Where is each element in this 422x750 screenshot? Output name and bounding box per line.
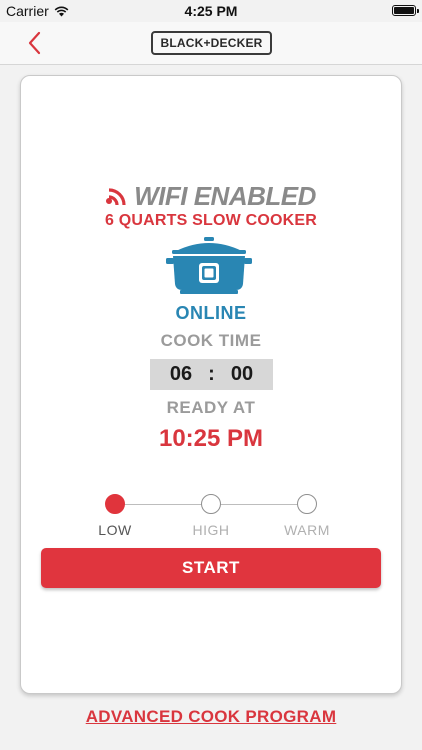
wifi-logo-icon — [106, 187, 126, 205]
mode-warm-radio[interactable] — [297, 494, 317, 514]
cook-time-label: COOK TIME — [160, 331, 262, 350]
cook-time-minutes[interactable]: 00 — [231, 363, 253, 386]
brand-logo: BLACK+DECKER — [151, 31, 272, 55]
mode-warm-label[interactable]: WARM — [272, 522, 342, 538]
wifi-title: WIFI ENABLED — [134, 181, 316, 211]
mode-high-radio[interactable] — [201, 494, 221, 514]
product-name: 6 QUARTS SLOW COOKER — [104, 212, 317, 229]
device-card: WIFI ENABLED 6 QUARTS SLOW COOKER ONLINE… — [20, 75, 402, 694]
cook-time-picker[interactable]: 06 : 00 — [150, 359, 273, 390]
back-button[interactable] — [26, 30, 46, 56]
mode-high-label[interactable]: HIGH — [176, 522, 246, 538]
battery-icon — [392, 5, 419, 16]
status-time: 4:25 PM — [184, 3, 238, 19]
advanced-cook-program-link[interactable]: ADVANCED COOK PROGRAM — [0, 707, 422, 727]
wifi-title-row: WIFI ENABLED — [21, 181, 401, 212]
slow-cooker-icon — [166, 237, 252, 294]
cook-time-hours[interactable]: 06 — [170, 363, 192, 386]
product-header: WIFI ENABLED 6 QUARTS SLOW COOKER — [21, 181, 401, 230]
mode-low-label[interactable]: LOW — [80, 522, 150, 538]
start-button[interactable]: START — [41, 548, 381, 588]
battery-group — [392, 5, 419, 16]
cook-time-separator: : — [208, 363, 215, 385]
status-bar: Carrier 4:25 PM — [0, 0, 422, 22]
connection-status: ONLINE — [175, 303, 247, 323]
ready-at-label: READY AT — [166, 398, 256, 417]
chevron-left-icon — [28, 31, 41, 55]
ready-at-time: 10:25 PM — [158, 425, 264, 452]
nav-bar: BLACK+DECKER — [0, 22, 422, 65]
mode-low-radio[interactable] — [105, 494, 125, 514]
